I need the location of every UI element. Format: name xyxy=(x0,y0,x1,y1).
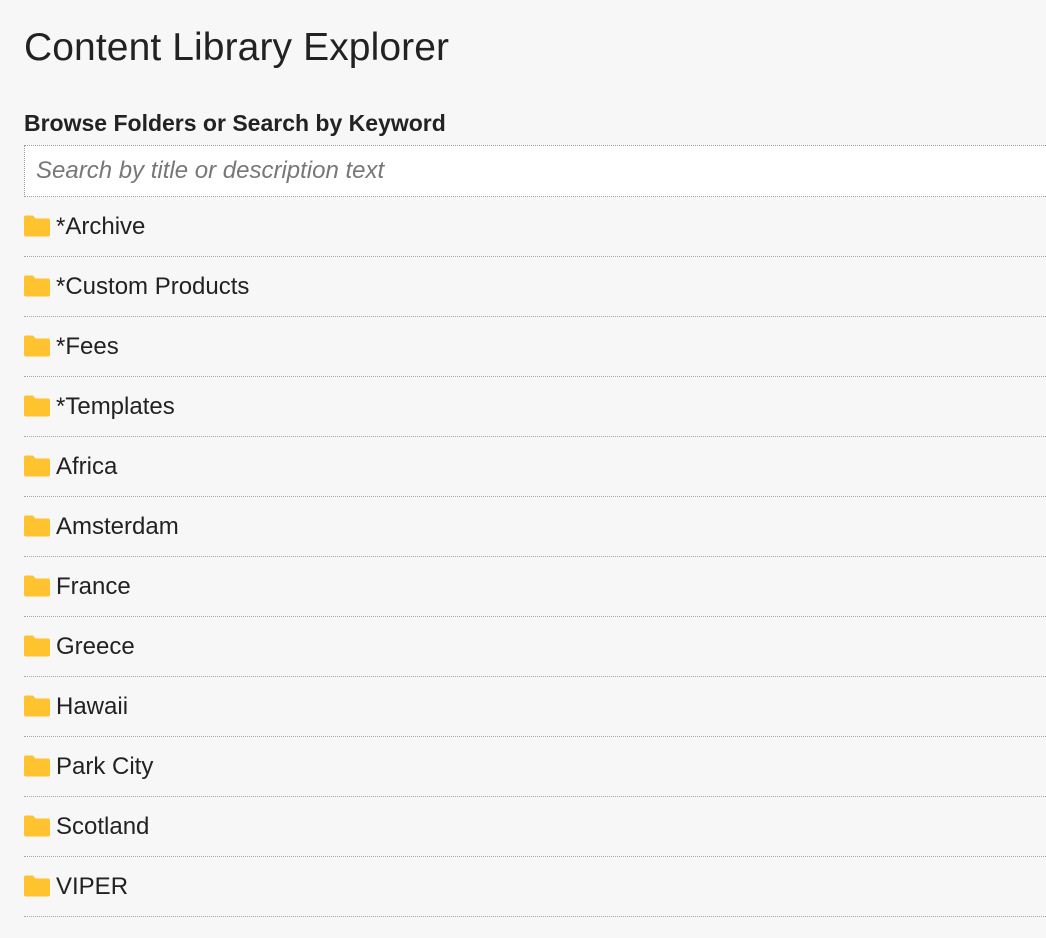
folder-item-amsterdam[interactable]: Amsterdam xyxy=(24,497,1046,557)
search-input[interactable] xyxy=(25,146,1046,196)
folder-item-custom-products[interactable]: *Custom Products xyxy=(24,257,1046,317)
folder-label: *Templates xyxy=(56,392,175,420)
search-box xyxy=(24,145,1046,197)
folder-icon xyxy=(24,635,50,657)
folder-item-hawaii[interactable]: Hawaii xyxy=(24,677,1046,737)
folder-icon xyxy=(24,515,50,537)
folder-icon xyxy=(24,335,50,357)
folder-label: Greece xyxy=(56,632,135,660)
page-title: Content Library Explorer xyxy=(24,26,450,69)
folder-label: *Custom Products xyxy=(56,272,250,300)
folder-label: Amsterdam xyxy=(56,512,179,540)
folder-label: Scotland xyxy=(56,812,150,840)
folder-item-africa[interactable]: Africa xyxy=(24,437,1046,497)
folder-item-fees[interactable]: *Fees xyxy=(24,317,1046,377)
folder-item-park-city[interactable]: Park City xyxy=(24,737,1046,797)
folder-icon xyxy=(24,215,50,237)
folder-item-templates[interactable]: *Templates xyxy=(24,377,1046,437)
folder-label: Africa xyxy=(56,452,118,480)
folder-icon xyxy=(24,575,50,597)
folder-item-archive[interactable]: *Archive xyxy=(24,197,1046,257)
folder-label: Park City xyxy=(56,752,154,780)
folder-icon xyxy=(24,395,50,417)
folder-icon xyxy=(24,875,50,897)
browse-label: Browse Folders or Search by Keyword xyxy=(24,110,446,136)
folder-icon xyxy=(24,455,50,477)
folder-item-greece[interactable]: Greece xyxy=(24,617,1046,677)
folder-icon xyxy=(24,815,50,837)
folder-item-france[interactable]: France xyxy=(24,557,1046,617)
folder-item-viper[interactable]: VIPER xyxy=(24,857,1046,917)
folder-icon xyxy=(24,275,50,297)
folder-label: VIPER xyxy=(56,872,129,900)
folder-label: *Fees xyxy=(56,332,119,360)
folder-list: *Archive *Custom Products *Fees *Templat… xyxy=(24,197,1046,917)
folder-label: *Archive xyxy=(56,212,146,240)
folder-icon xyxy=(24,695,50,717)
folder-label: Hawaii xyxy=(56,692,129,720)
folder-label: France xyxy=(56,572,131,600)
folder-icon xyxy=(24,755,50,777)
folder-item-scotland[interactable]: Scotland xyxy=(24,797,1046,857)
